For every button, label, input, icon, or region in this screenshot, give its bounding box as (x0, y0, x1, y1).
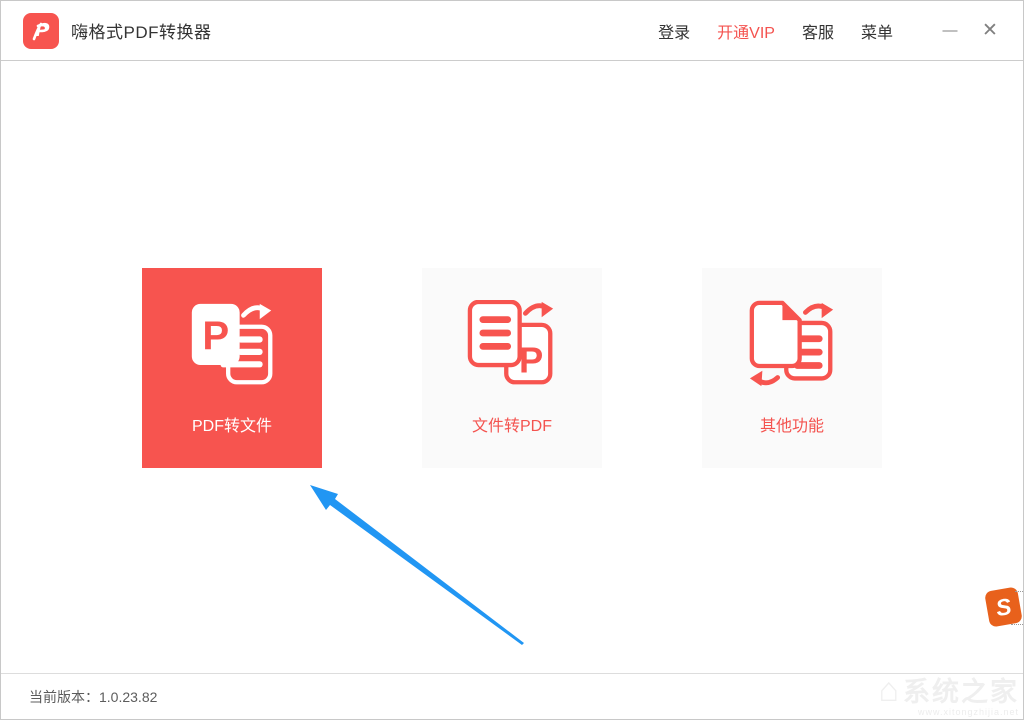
login-link[interactable]: 登录 (658, 19, 690, 43)
app-title: 嗨格式PDF转换器 (71, 18, 212, 43)
customer-service-link[interactable]: 客服 (802, 19, 834, 43)
icon-letter: P (202, 313, 229, 358)
card-label: 文件转PDF (472, 412, 552, 436)
titlebar: P 嗨格式PDF转换器 登录 开通VIP 客服 菜单 — ✕ (1, 1, 1023, 61)
main-area: P PDF转文件 (1, 61, 1023, 673)
version-label: 当前版本：1.0.23.82 (29, 687, 157, 707)
card-file-to-pdf[interactable]: P 文件转PDF (422, 268, 602, 468)
pdf-to-file-icon: P (184, 298, 280, 390)
icon-letter: P (519, 340, 543, 381)
other-functions-icon (744, 298, 840, 390)
file-to-pdf-icon: P (464, 298, 560, 390)
badge-dotted-line (1011, 624, 1024, 625)
close-button[interactable]: ✕ (977, 19, 1003, 42)
app-logo-icon: P (23, 13, 59, 49)
vip-link[interactable]: 开通VIP (717, 19, 775, 43)
badge-dotted-line (1015, 591, 1024, 592)
feature-cards: P PDF转文件 (1, 268, 1023, 468)
menu-link[interactable]: 菜单 (861, 19, 893, 43)
card-pdf-to-file[interactable]: P PDF转文件 (142, 268, 322, 468)
card-other-functions[interactable]: 其他功能 (702, 268, 882, 468)
app-window: P 嗨格式PDF转换器 登录 开通VIP 客服 菜单 — ✕ P (0, 0, 1024, 720)
card-label: PDF转文件 (192, 412, 272, 436)
minimize-button[interactable]: — (937, 22, 963, 39)
site-badge-icon: S (984, 586, 1023, 627)
statusbar: 当前版本：1.0.23.82 (1, 673, 1023, 720)
card-label: 其他功能 (760, 412, 824, 436)
window-controls: — ✕ (937, 19, 1003, 42)
